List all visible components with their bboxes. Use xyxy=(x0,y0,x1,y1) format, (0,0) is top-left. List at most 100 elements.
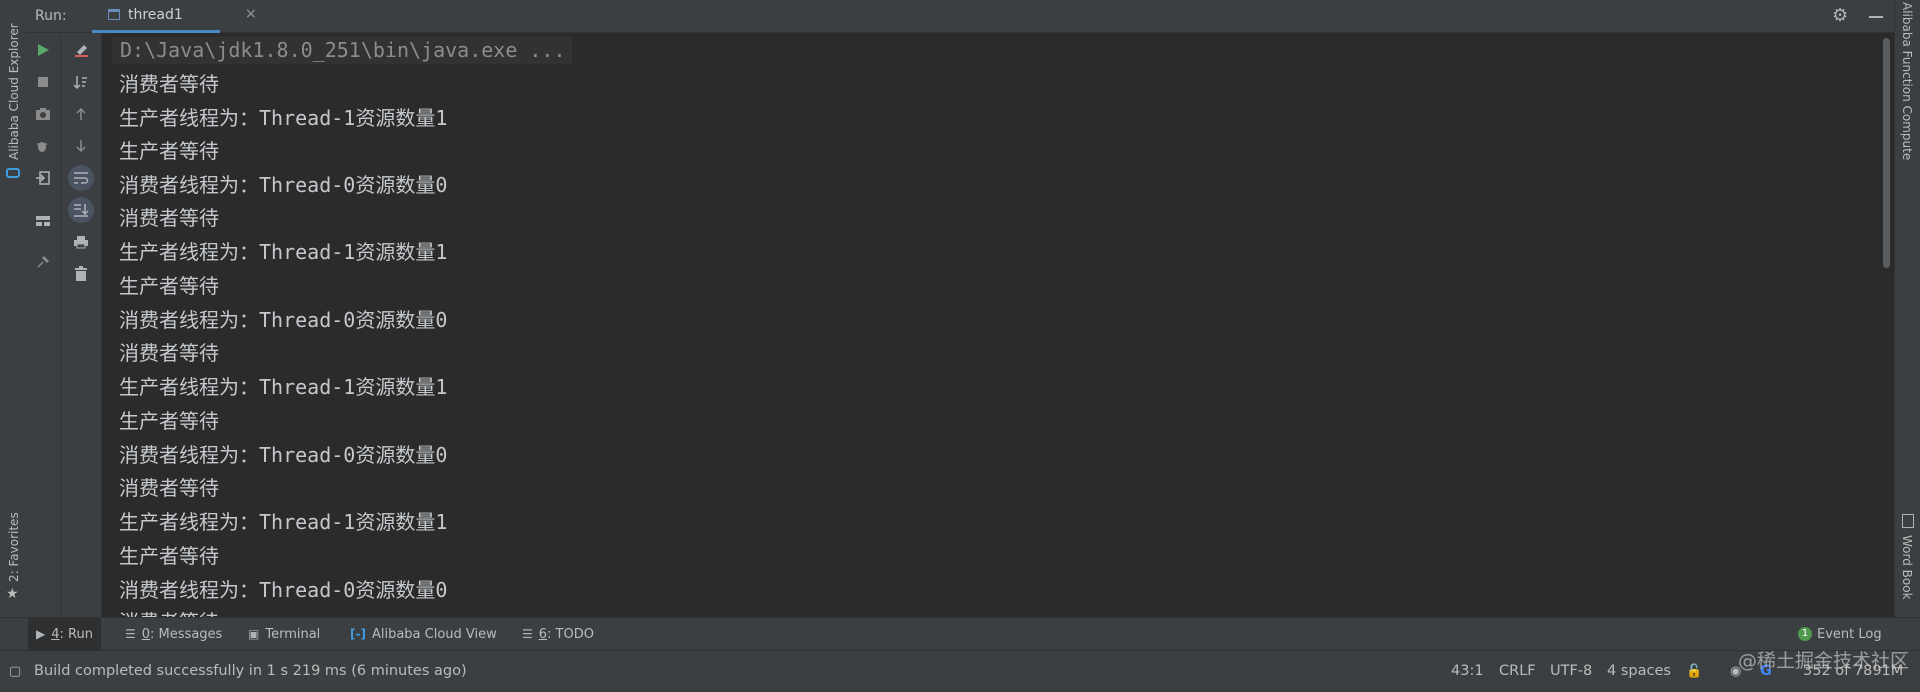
print-button[interactable] xyxy=(68,229,94,255)
play-icon: ▶ xyxy=(36,627,46,641)
arrow-down-icon xyxy=(76,140,86,153)
console-line: 消费者等待 xyxy=(119,206,219,230)
camera-icon xyxy=(36,108,50,120)
alibaba-function-compute-tab[interactable]: Alibaba Function Compute xyxy=(1900,2,1914,160)
alibaba-cloud-icon xyxy=(6,168,20,178)
right-tool-strip: Alibaba Function Compute Word Book xyxy=(1894,0,1920,617)
tab-thread1[interactable]: thread1 × xyxy=(92,0,257,33)
console-scrollbar[interactable] xyxy=(1880,33,1894,617)
console-line: 生产者等待 xyxy=(119,139,219,163)
lock-icon[interactable]: 🔓 xyxy=(1686,651,1702,692)
gear-icon[interactable]: ⚙ xyxy=(1832,5,1848,26)
indent-setting[interactable]: 4 spaces xyxy=(1607,651,1671,692)
arrow-up-icon xyxy=(76,107,86,120)
messages-icon: ☰ xyxy=(125,627,136,641)
sort-button[interactable] xyxy=(68,69,94,95)
status-message[interactable]: Build completed successfully in 1 s 219 … xyxy=(34,651,467,692)
clear-output-button[interactable] xyxy=(68,37,94,63)
trash-icon xyxy=(75,266,87,281)
stop-button[interactable] xyxy=(30,69,56,95)
console-line: 消费者等待 xyxy=(119,607,219,617)
console-line: 消费者线程为：Thread-0资源数量0 xyxy=(119,443,448,467)
tab-run[interactable]: ▶ 4: Run xyxy=(28,618,101,650)
tab-label: thread1 xyxy=(128,7,183,23)
dump-threads-button[interactable] xyxy=(30,101,56,127)
tab-todo-label: : TODO xyxy=(547,626,594,642)
console-line: 消费者等待 xyxy=(119,341,219,365)
pin-tab-button[interactable] xyxy=(30,249,56,275)
pin-icon xyxy=(37,256,49,268)
tab-messages-label: : Messages xyxy=(150,626,223,642)
tab-todo-number: 6 xyxy=(538,626,548,642)
alibaba-cloud-explorer-tab[interactable]: Alibaba Cloud Explorer xyxy=(7,23,21,160)
layout-button[interactable] xyxy=(30,208,56,234)
console-output[interactable]: D:\Java\jdk1.8.0_251\bin\java.exe ... 消费… xyxy=(102,33,1880,617)
caret-position[interactable]: 43:1 xyxy=(1451,651,1484,692)
soft-wrap-button[interactable] xyxy=(68,165,94,191)
console-line: 生产者等待 xyxy=(119,409,219,433)
close-icon[interactable]: × xyxy=(245,6,257,22)
tab-terminal[interactable]: ▣ Terminal xyxy=(240,618,328,650)
file-encoding[interactable]: UTF-8 xyxy=(1550,651,1592,692)
console-line: 消费者等待 xyxy=(119,72,219,96)
line-separator[interactable]: CRLF xyxy=(1499,651,1536,692)
scroll-to-end-icon xyxy=(74,204,89,217)
scrollbar-thumb[interactable] xyxy=(1883,38,1890,268)
exit-icon xyxy=(36,171,50,185)
console-line: 消费者等待 xyxy=(119,476,219,500)
tab-terminal-label: Terminal xyxy=(265,626,321,642)
word-book-tab[interactable]: Word Book xyxy=(1900,535,1914,600)
stop-icon xyxy=(38,77,48,87)
status-bar: ▢ Build completed successfully in 1 s 21… xyxy=(0,650,1920,692)
up-button[interactable] xyxy=(68,101,94,127)
alibaba-cloud-icon: [-] xyxy=(350,627,366,641)
sort-icon xyxy=(73,76,87,90)
run-toolbar-secondary xyxy=(61,33,102,617)
debug-settings-button[interactable] xyxy=(30,133,56,159)
event-count-badge: 1 xyxy=(1798,627,1812,641)
printer-icon xyxy=(74,236,88,249)
tab-alibaba-cloud-view[interactable]: [-] Alibaba Cloud View xyxy=(342,618,505,650)
watermark: @稀土掘金技术社区 xyxy=(1738,650,1910,672)
console-line: 生产者线程为：Thread-1资源数量1 xyxy=(119,106,448,130)
eraser-icon xyxy=(75,45,88,57)
console-line: 消费者线程为：Thread-0资源数量0 xyxy=(119,173,448,197)
status-toggle-icon[interactable]: ▢ xyxy=(9,651,21,692)
console-line: 生产者等待 xyxy=(119,274,219,298)
favorites-tab[interactable]: 2: Favorites xyxy=(7,512,21,582)
tab-messages[interactable]: ☰ 0: Messages xyxy=(117,618,230,650)
console-line: 消费者线程为：Thread-0资源数量0 xyxy=(119,578,448,602)
console-line: 生产者等待 xyxy=(119,544,219,568)
play-icon xyxy=(38,44,49,56)
console-icon xyxy=(108,9,120,20)
run-label: Run: xyxy=(35,8,67,24)
tab-run-label: : Run xyxy=(59,626,93,642)
bug-gear-icon xyxy=(37,142,47,152)
tab-messages-number: 0 xyxy=(141,626,151,642)
run-toolbar-primary xyxy=(26,33,61,617)
console-line: 生产者线程为：Thread-1资源数量1 xyxy=(119,240,448,264)
terminal-icon: ▣ xyxy=(248,627,260,641)
tool-window-bar: ▶ 4: Run ☰ 0: Messages ▣ Terminal [-] Al… xyxy=(0,617,1920,650)
layout-icon xyxy=(36,216,50,226)
word-book-icon xyxy=(1902,514,1914,528)
run-header: Run: thread1 × ⚙ xyxy=(26,0,1894,33)
tab-todo[interactable]: ☰ 6: TODO xyxy=(514,618,602,650)
star-icon: ★ xyxy=(6,586,19,602)
event-log-label: Event Log xyxy=(1817,626,1882,642)
restore-layout-button[interactable] xyxy=(30,165,56,191)
minimize-icon[interactable] xyxy=(1869,16,1883,18)
left-tool-strip: Alibaba Cloud Explorer 2: Favorites ★ xyxy=(0,0,27,617)
console-line: 生产者线程为：Thread-1资源数量1 xyxy=(119,510,448,534)
ide-window: Alibaba Cloud Explorer 2: Favorites ★ Al… xyxy=(0,0,1920,692)
rerun-button[interactable] xyxy=(30,37,56,63)
scroll-to-end-button[interactable] xyxy=(68,197,94,223)
delete-button[interactable] xyxy=(68,261,94,287)
console-command-line: D:\Java\jdk1.8.0_251\bin\java.exe ... xyxy=(112,37,572,64)
todo-icon: ☰ xyxy=(522,627,533,641)
down-button[interactable] xyxy=(68,133,94,159)
tab-run-number: 4 xyxy=(51,626,60,642)
console-line: 生产者线程为：Thread-1资源数量1 xyxy=(119,375,448,399)
soft-wrap-icon xyxy=(74,172,89,184)
console-line: 消费者线程为：Thread-0资源数量0 xyxy=(119,308,448,332)
